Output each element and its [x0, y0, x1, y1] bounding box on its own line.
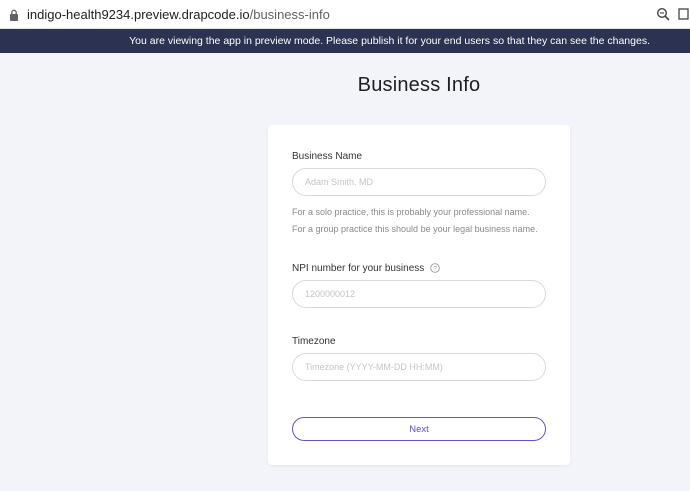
share-icon[interactable]: [678, 7, 690, 21]
business-name-input[interactable]: [292, 168, 546, 196]
next-button[interactable]: Next: [292, 417, 546, 441]
lock-icon: [10, 9, 18, 21]
url-text[interactable]: indigo-health9234.preview.drapcode.io/bu…: [27, 7, 330, 22]
zoom-icon[interactable]: [656, 7, 670, 21]
business-name-label: Business Name: [292, 151, 363, 162]
url-host: indigo-health9234.preview.drapcode.io: [27, 7, 250, 22]
timezone-input[interactable]: [292, 353, 546, 381]
help-icon[interactable]: ?: [430, 263, 440, 274]
npi-input[interactable]: [292, 280, 546, 308]
address-bar[interactable]: indigo-health9234.preview.drapcode.io/bu…: [0, 0, 690, 29]
preview-banner: You are viewing the app in preview mode.…: [0, 29, 690, 53]
business-name-hint-1: For a solo practice, this is probably yo…: [292, 207, 530, 217]
url-path: /business-info: [249, 7, 330, 22]
page-title: Business Info: [357, 74, 481, 96]
business-info-form: Business Name For a solo practice, this …: [268, 125, 570, 465]
timezone-label: Timezone: [292, 336, 336, 347]
npi-label-text: NPI number for your business: [292, 263, 425, 274]
business-name-hint-2: For a group practice this should be your…: [292, 224, 538, 234]
npi-label: NPI number for your business ?: [292, 263, 440, 274]
preview-banner-text: You are viewing the app in preview mode.…: [129, 35, 650, 47]
svg-text:?: ?: [433, 266, 437, 273]
